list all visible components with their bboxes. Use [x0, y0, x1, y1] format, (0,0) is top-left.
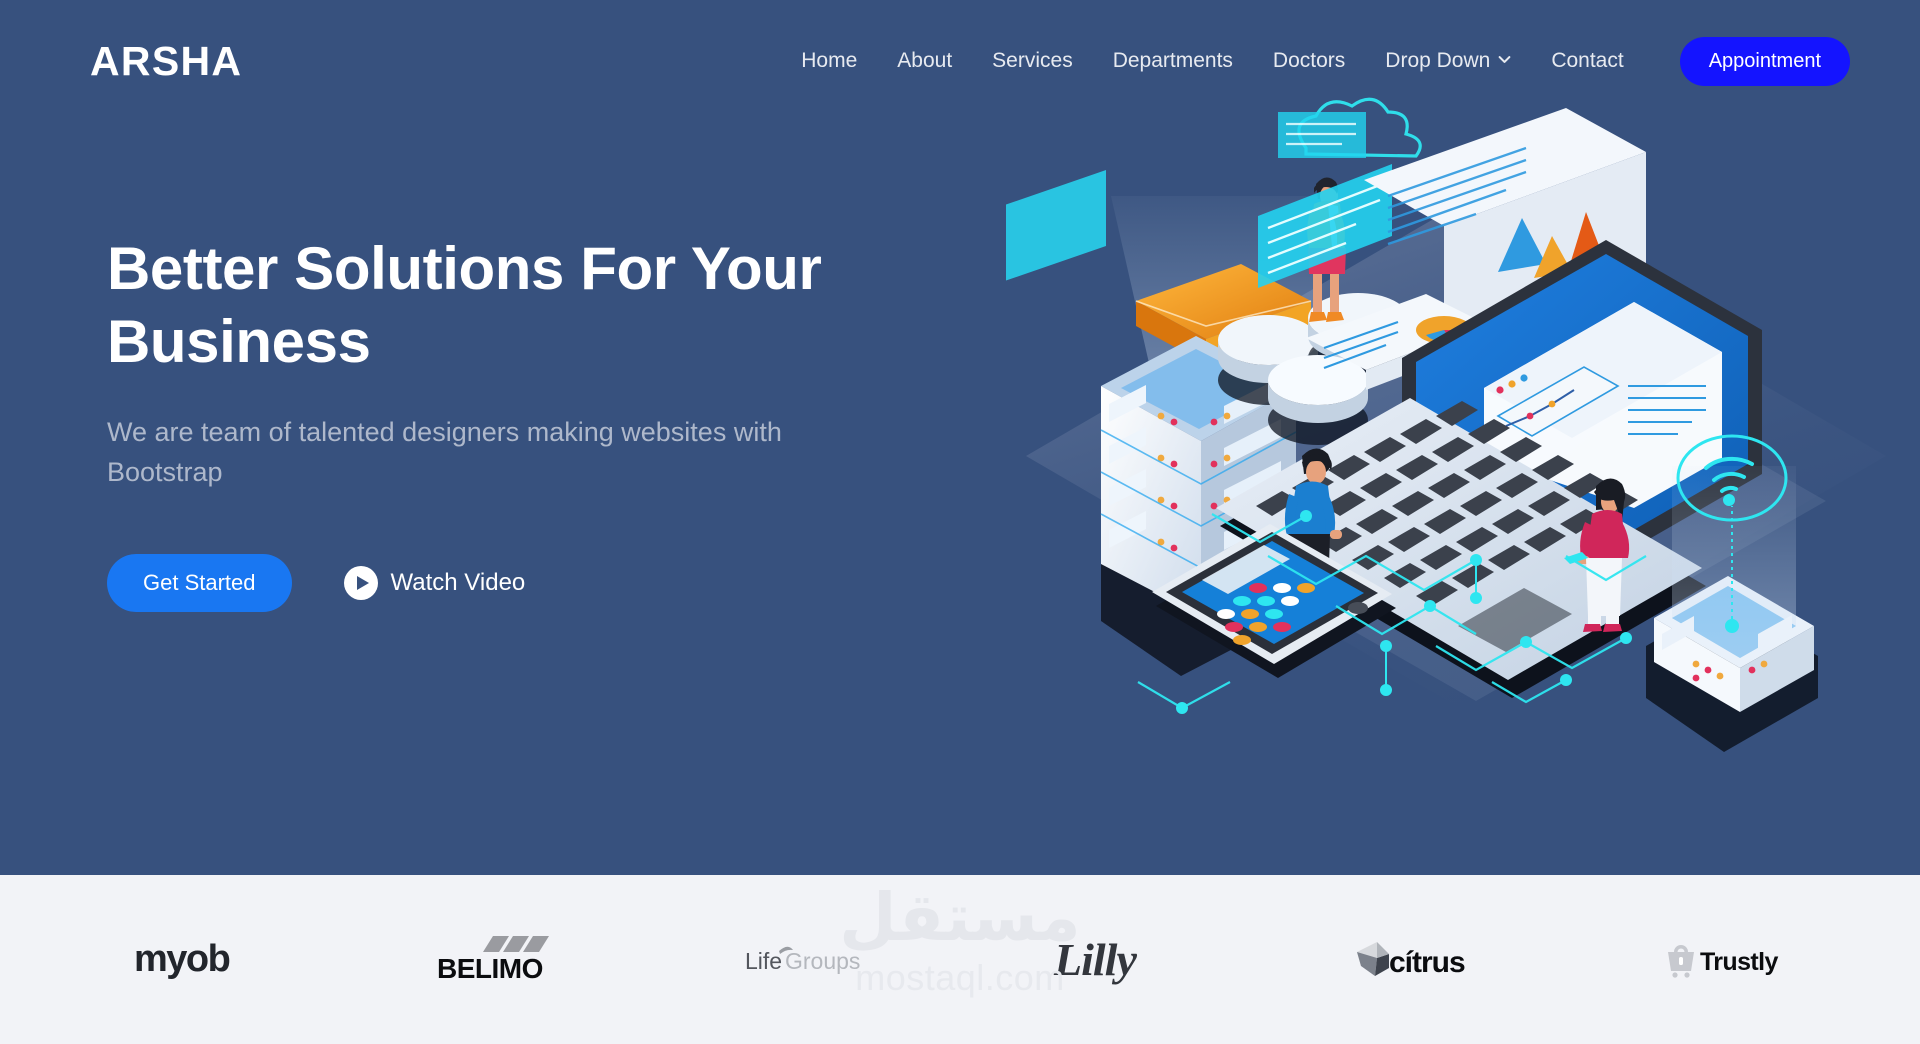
lifegroups-logo-mark: Life Groups [745, 946, 860, 974]
svg-text:cítrus: cítrus [1389, 946, 1465, 979]
nav-item-contact[interactable]: Contact [1531, 49, 1643, 73]
svg-text:BELIMO: BELIMO [437, 953, 543, 984]
nav-item-doctors[interactable]: Doctors [1253, 49, 1365, 73]
client-logo-lilly[interactable]: Lilly [960, 920, 1267, 1000]
svg-text:myob: myob [134, 938, 230, 980]
get-started-button[interactable]: Get Started [107, 553, 292, 612]
clients-section: myob BELIMO Life Groups Lilly cítrus Tru… [0, 875, 1920, 1044]
svg-text:Trustly: Trustly [1700, 948, 1778, 976]
nav-label: Home [801, 49, 858, 72]
hero-title: Better Solutions For Your Business [107, 235, 822, 376]
appointment-button[interactable]: Appointment [1679, 36, 1850, 86]
chevron-down-icon [1498, 53, 1511, 66]
site-header: ARSHA Home About Services Departments Do… [0, 0, 1920, 122]
nav-item-home[interactable]: Home [781, 49, 877, 73]
play-icon [343, 565, 378, 600]
svg-text:Life: Life [745, 948, 782, 974]
nav-label: About [897, 49, 953, 72]
lilly-logo-mark: Lilly [1053, 934, 1138, 985]
nav-item-departments[interactable]: Departments [1093, 49, 1253, 73]
svg-text:Groups: Groups [785, 948, 860, 974]
hero-subtitle: We are team of talented designers making… [107, 417, 782, 487]
landing-page: ARSHA Home About Services Departments Do… [0, 0, 1920, 1044]
nav-label: Services [992, 49, 1073, 72]
myob-logo-mark: myob [134, 938, 231, 980]
hero-section: ARSHA Home About Services Departments Do… [0, 0, 1920, 875]
client-logo-trustly[interactable]: Trustly [1573, 920, 1880, 1000]
nav-label: Drop Down [1385, 49, 1491, 72]
nav-item-about[interactable]: About [877, 49, 972, 73]
client-logo-citrus[interactable]: cítrus [1267, 920, 1574, 1000]
nav-item-dropdown[interactable]: Drop Down [1365, 49, 1531, 73]
hero-actions: Get Started Watch Video [107, 553, 887, 612]
hero-content: Better Solutions For Your Business We ar… [107, 232, 887, 612]
watch-video-label: Watch Video [390, 568, 526, 596]
client-logo-myob[interactable]: myob [40, 920, 347, 1000]
nav-item-services[interactable]: Services [972, 49, 1093, 73]
clients-row: myob BELIMO Life Groups Lilly cítrus Tru… [0, 920, 1920, 1000]
nav-label: Departments [1112, 49, 1233, 72]
client-logo-belimo[interactable]: BELIMO [347, 920, 654, 1000]
nav-label: Doctors [1272, 49, 1346, 72]
nav-label: Contact [1551, 49, 1624, 72]
site-logo[interactable]: ARSHA [90, 40, 242, 82]
svg-text:Lilly: Lilly [1053, 934, 1137, 985]
watch-video-button[interactable]: Watch Video [343, 565, 526, 600]
main-nav: Home About Services Departments Doctors … [781, 36, 1920, 86]
trustly-logo-mark: Trustly [1667, 944, 1779, 978]
citrus-logo-mark: cítrus [1357, 941, 1466, 979]
client-logo-lifegroups[interactable]: Life Groups [653, 920, 960, 1000]
belimo-logo-mark: BELIMO [437, 935, 549, 984]
hero-illustration [1006, 86, 1906, 786]
